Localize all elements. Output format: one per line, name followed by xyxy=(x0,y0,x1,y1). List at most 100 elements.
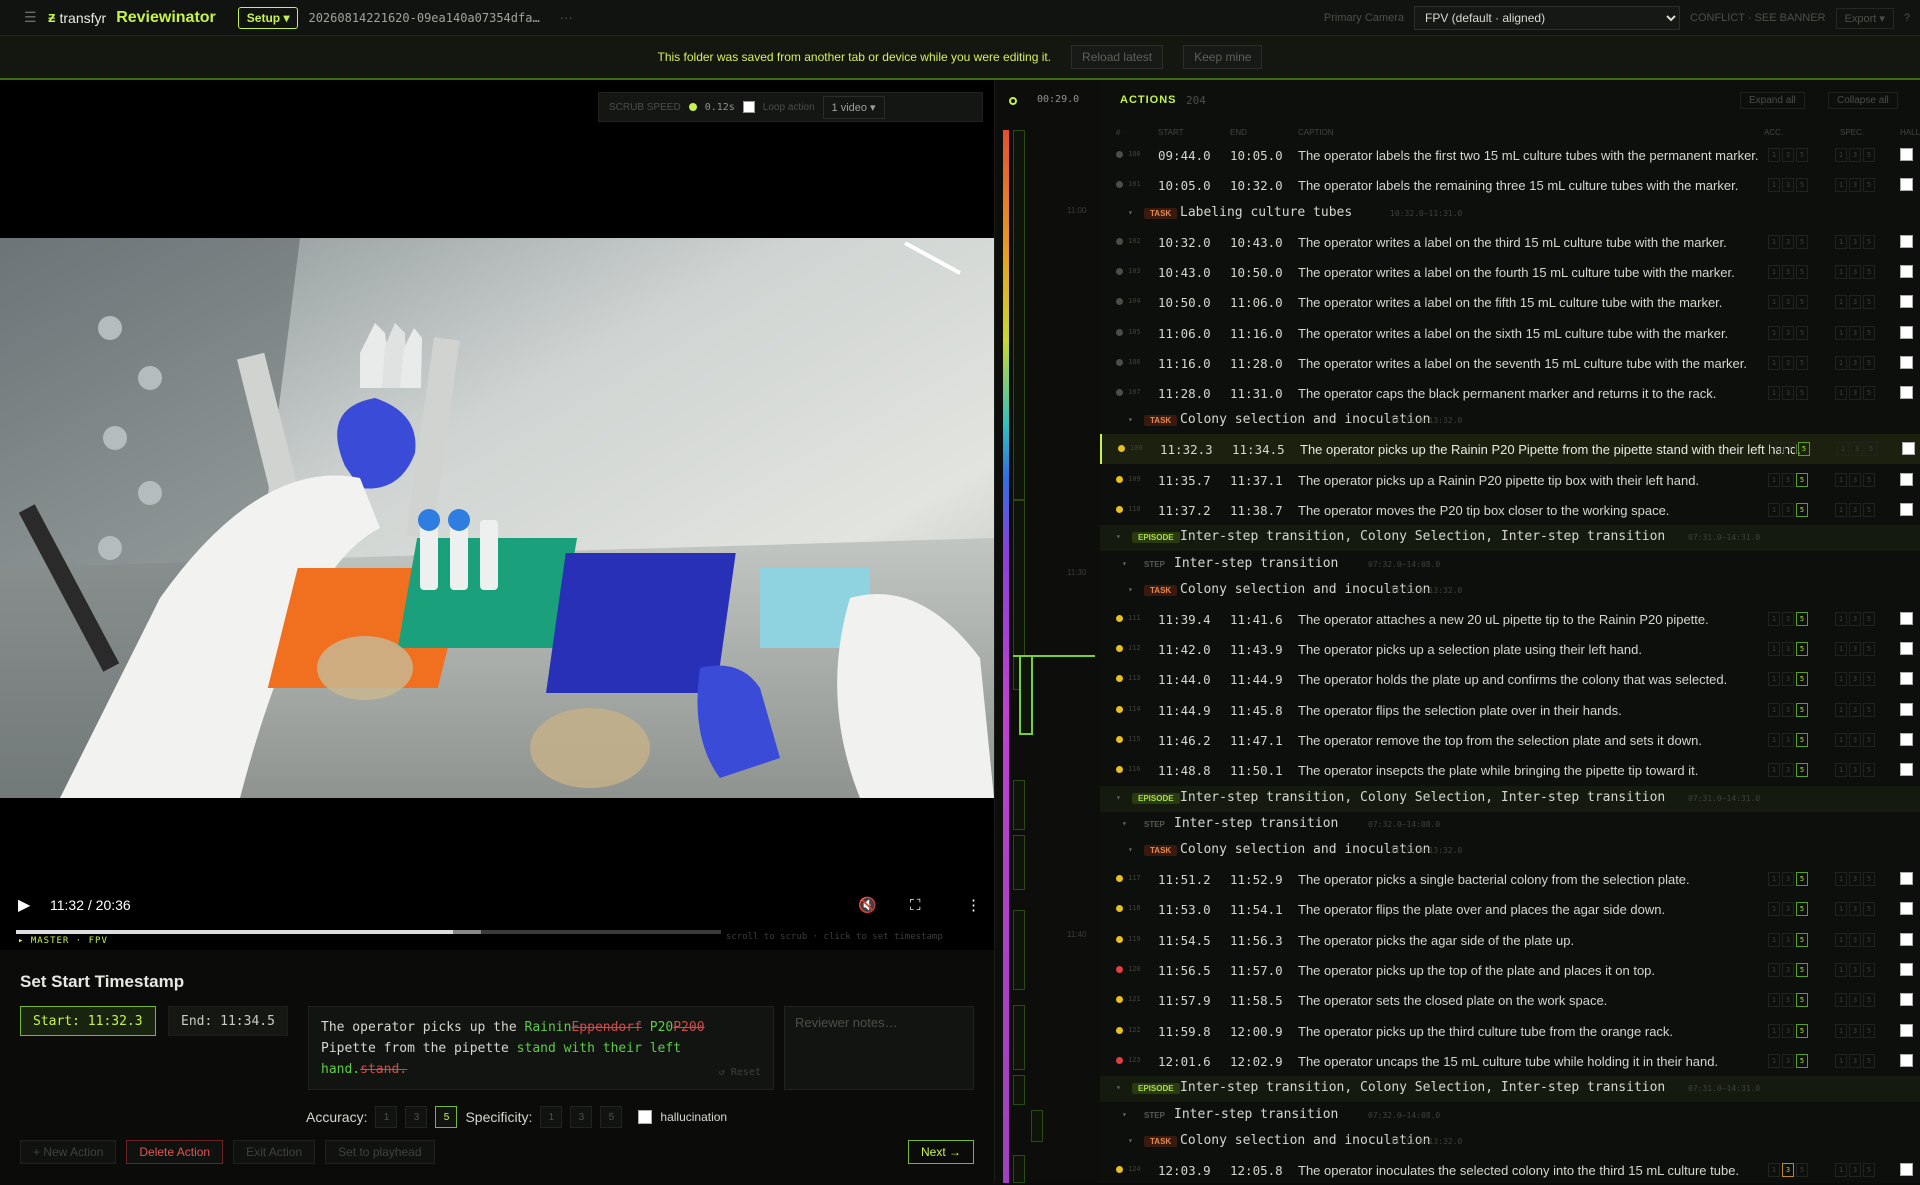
action-row[interactable]: 112 11:42.0 11:43.9 The operator picks up a… xyxy=(1100,634,1920,664)
accuracy-mini-3-button[interactable]: 3 xyxy=(1782,872,1794,887)
chevron-down-icon[interactable]: ▾ xyxy=(1128,845,1133,854)
specificity-mini-5-button[interactable]: 5 xyxy=(1863,234,1875,249)
help-icon[interactable]: ? xyxy=(1904,12,1910,24)
timeline-segment[interactable] xyxy=(1013,1005,1025,1070)
step-group-header[interactable]: ▾ STEP Inter-step transition 07:32.0–14:08.… xyxy=(1100,812,1920,838)
action-row[interactable]: 101 10:05.0 10:32.0 The operator labels the… xyxy=(1100,170,1920,200)
chevron-down-icon[interactable]: ▾ xyxy=(1128,208,1133,217)
specificity-mini-3-button[interactable]: 3 xyxy=(1849,234,1861,249)
accuracy-mini-3-button[interactable]: 3 xyxy=(1782,702,1794,717)
specificity-mini-1-button[interactable]: 1 xyxy=(1835,932,1847,947)
hallucination-row-checkbox[interactable] xyxy=(1900,325,1913,339)
specificity-3-button[interactable]: 3 xyxy=(570,1106,593,1128)
accuracy-mini-1-button[interactable]: 1 xyxy=(1768,902,1780,917)
hallucination-row-checkbox[interactable] xyxy=(1900,1053,1913,1067)
accuracy-mini-1-button[interactable]: 1 xyxy=(1768,932,1780,947)
hallucination-row-checkbox[interactable] xyxy=(1900,872,1913,886)
action-row[interactable]: 121 11:57.9 11:58.5 The operator sets the c… xyxy=(1100,985,1920,1015)
hallucination-row-checkbox[interactable] xyxy=(1900,763,1913,777)
task-group-header[interactable]: ▾ TASK Colony selection and inoculation 11:… xyxy=(1100,578,1920,604)
chevron-down-icon[interactable]: ▾ xyxy=(1128,1136,1133,1145)
hallucination-row-checkbox[interactable] xyxy=(1900,733,1913,746)
specificity-mini-3-button[interactable]: 3 xyxy=(1849,672,1861,687)
accuracy-mini-3-button[interactable]: 3 xyxy=(1784,442,1796,457)
start-timestamp-field[interactable]: Start: 11:32.3 xyxy=(20,1006,156,1036)
accuracy-mini-1-button[interactable]: 1 xyxy=(1768,325,1780,340)
caption-reset-button[interactable]: ↺ Reset xyxy=(719,1062,761,1083)
action-row[interactable]: 116 11:48.8 11:50.1 The operator insepcts t… xyxy=(1100,755,1920,785)
accuracy-mini-3-button[interactable]: 3 xyxy=(1782,355,1794,370)
episode-group-header[interactable]: ▾ EPISODE Inter-step transition, Colony Se… xyxy=(1100,525,1920,552)
chevron-down-icon[interactable]: ▾ xyxy=(1116,1083,1121,1092)
hallucination-row-checkbox[interactable] xyxy=(1900,702,1913,716)
specificity-mini-5-button[interactable]: 5 xyxy=(1863,733,1875,747)
hallucination-row-checkbox[interactable] xyxy=(1900,611,1913,625)
keep-mine-button[interactable]: Keep mine xyxy=(1183,45,1263,69)
accuracy-mini-1-button[interactable]: 1 xyxy=(1768,503,1780,517)
specificity-mini-3-button[interactable]: 3 xyxy=(1849,1023,1861,1038)
accuracy-mini-3-button[interactable]: 3 xyxy=(1782,472,1794,487)
accuracy-mini-1-button[interactable]: 1 xyxy=(1768,1023,1780,1038)
accuracy-mini-5-button[interactable]: 5 xyxy=(1796,1053,1808,1068)
chevron-down-icon[interactable]: ▾ xyxy=(1122,1110,1127,1119)
accuracy-mini-3-button[interactable]: 3 xyxy=(1782,642,1794,657)
accuracy-mini-3-button[interactable]: 3 xyxy=(1782,386,1794,401)
accuracy-mini-3-button[interactable]: 3 xyxy=(1782,993,1794,1008)
accuracy-mini-3-button[interactable]: 3 xyxy=(1782,178,1794,193)
specificity-mini-1-button[interactable]: 1 xyxy=(1835,264,1847,279)
accuracy-mini-1-button[interactable]: 1 xyxy=(1768,611,1780,626)
action-row[interactable]: 111 11:39.4 11:41.6 The operator attaches a… xyxy=(1100,604,1920,634)
specificity-mini-5-button[interactable]: 5 xyxy=(1863,993,1875,1008)
hallucination-row-checkbox[interactable] xyxy=(1900,963,1913,976)
specificity-mini-3-button[interactable]: 3 xyxy=(1849,503,1861,517)
specificity-mini-5-button[interactable]: 5 xyxy=(1863,642,1875,657)
hallucination-row-checkbox[interactable] xyxy=(1900,932,1913,946)
accuracy-mini-1-button[interactable]: 1 xyxy=(1768,386,1780,401)
hallucination-row-checkbox[interactable] xyxy=(1900,295,1913,309)
accuracy-mini-1-button[interactable]: 1 xyxy=(1768,295,1780,310)
set-to-playhead-button[interactable]: Set to playhead xyxy=(325,1140,435,1164)
hallucination-row-checkbox[interactable] xyxy=(1900,902,1913,916)
setup-button[interactable]: Setup ▾ xyxy=(237,6,299,29)
more-icon[interactable]: ··· xyxy=(560,10,573,25)
action-row[interactable]: 107 11:28.0 11:31.0 The operator caps the b… xyxy=(1100,378,1920,408)
action-row[interactable]: 120 11:56.5 11:57.0 The operator picks up t… xyxy=(1100,955,1920,985)
specificity-mini-1-button[interactable]: 1 xyxy=(1835,872,1847,887)
timeline-segment[interactable] xyxy=(1013,910,1025,990)
specificity-mini-3-button[interactable]: 3 xyxy=(1849,386,1861,401)
specificity-mini-5-button[interactable]: 5 xyxy=(1863,611,1875,626)
accuracy-3-button[interactable]: 3 xyxy=(405,1106,428,1128)
specificity-mini-3-button[interactable]: 3 xyxy=(1849,325,1861,340)
accuracy-mini-5-button[interactable]: 5 xyxy=(1796,611,1808,626)
hallucination-row-checkbox[interactable] xyxy=(1900,264,1913,278)
chevron-down-icon[interactable]: ▾ xyxy=(1128,415,1133,424)
specificity-mini-3-button[interactable]: 3 xyxy=(1849,963,1861,977)
timeline-strip[interactable]: 00:29.0 11:00 11:30 11:40 xyxy=(994,80,1100,1183)
more-options-icon[interactable]: ⋮ xyxy=(966,896,981,914)
hallucination-row-checkbox[interactable] xyxy=(1900,993,1913,1007)
specificity-mini-5-button[interactable]: 5 xyxy=(1863,355,1875,370)
specificity-mini-3-button[interactable]: 3 xyxy=(1849,733,1861,747)
accuracy-mini-1-button[interactable]: 1 xyxy=(1768,963,1780,977)
video-count-select[interactable]: 1 video ▾ xyxy=(822,95,885,119)
new-action-button[interactable]: + New Action xyxy=(20,1140,117,1164)
specificity-mini-5-button[interactable]: 5 xyxy=(1863,1053,1875,1068)
specificity-mini-5-button[interactable]: 5 xyxy=(1863,1162,1875,1177)
specificity-mini-5-button[interactable]: 5 xyxy=(1863,148,1875,162)
hallucination-row-checkbox[interactable] xyxy=(1900,1023,1913,1037)
accuracy-mini-5-button[interactable]: 5 xyxy=(1796,386,1808,401)
accuracy-mini-1-button[interactable]: 1 xyxy=(1768,355,1780,370)
chevron-down-icon[interactable]: ▾ xyxy=(1116,793,1121,802)
specificity-mini-3-button[interactable]: 3 xyxy=(1849,472,1861,487)
fullscreen-icon[interactable]: ⛶ xyxy=(910,897,921,914)
accuracy-mini-5-button[interactable]: 5 xyxy=(1796,702,1808,717)
hallucination-row-checkbox[interactable] xyxy=(1900,355,1913,369)
expand-all-button[interactable]: Expand all xyxy=(1740,92,1805,109)
accuracy-mini-1-button[interactable]: 1 xyxy=(1768,178,1780,193)
accuracy-mini-1-button[interactable]: 1 xyxy=(1768,872,1780,887)
accuracy-5-button[interactable]: 5 xyxy=(435,1106,458,1128)
hallucination-row-checkbox[interactable] xyxy=(1900,234,1913,248)
timeline-segment[interactable] xyxy=(1013,130,1025,500)
accuracy-mini-3-button[interactable]: 3 xyxy=(1782,325,1794,340)
export-button[interactable]: Export ▾ xyxy=(1835,7,1894,29)
